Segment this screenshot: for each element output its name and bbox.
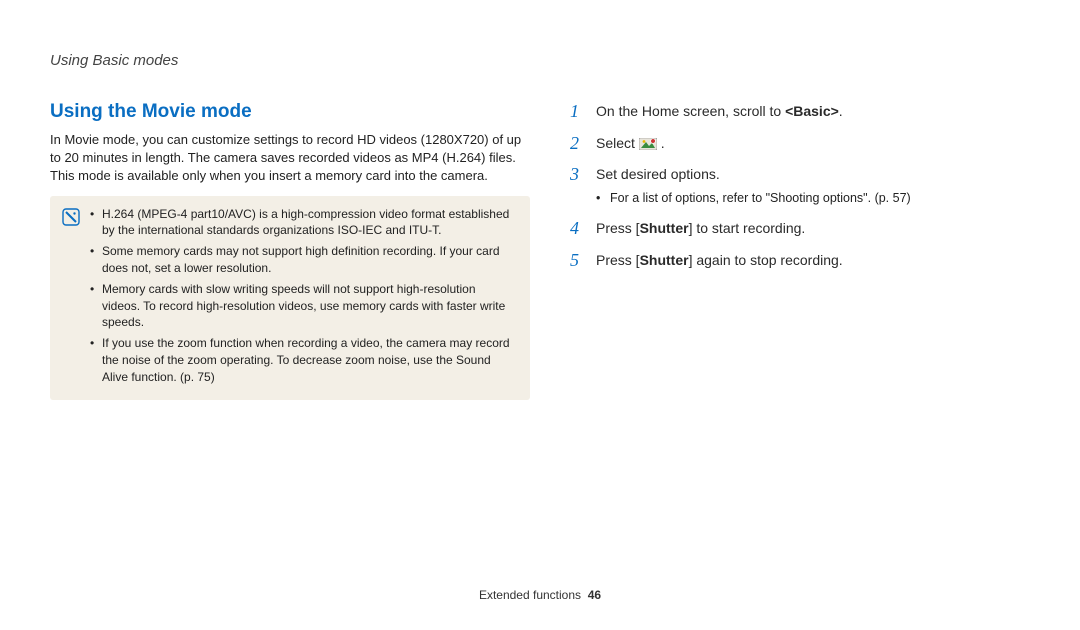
step-subnote: For a list of options, refer to "Shootin… [596, 189, 1030, 208]
page-number: 46 [588, 588, 601, 602]
step-bold: Shutter [640, 252, 689, 268]
step-number: 5 [570, 250, 584, 272]
step-number: 2 [570, 133, 584, 155]
step-body: Press [Shutter] to start recording. [596, 218, 1030, 239]
note-icon [62, 208, 80, 226]
step-list: 1 On the Home screen, scroll to <Basic>.… [570, 101, 1030, 271]
note-box: H.264 (MPEG-4 part10/AVC) is a high-comp… [50, 196, 530, 400]
step-item: 2 Select . [570, 133, 1030, 155]
step-text: Press [ [596, 220, 640, 236]
right-column: 1 On the Home screen, scroll to <Basic>.… [570, 101, 1030, 400]
step-body: Select . [596, 133, 1030, 154]
step-number: 4 [570, 218, 584, 240]
step-bold: <Basic> [785, 103, 839, 119]
step-item: 5 Press [Shutter] again to stop recordin… [570, 250, 1030, 272]
note-item: Some memory cards may not support high d… [90, 243, 516, 277]
note-list: H.264 (MPEG-4 part10/AVC) is a high-comp… [90, 206, 516, 390]
note-item: H.264 (MPEG-4 part10/AVC) is a high-comp… [90, 206, 516, 240]
step-text: ] to start recording. [689, 220, 806, 236]
breadcrumb: Using Basic modes [50, 52, 1030, 69]
page-footer: Extended functions 46 [0, 588, 1080, 602]
step-bold: Shutter [640, 220, 689, 236]
step-body: On the Home screen, scroll to <Basic>. [596, 101, 1030, 122]
step-body: Set desired options. For a list of optio… [596, 164, 1030, 208]
step-number: 1 [570, 101, 584, 123]
step-item: 3 Set desired options. For a list of opt… [570, 164, 1030, 208]
content-columns: Using the Movie mode In Movie mode, you … [50, 101, 1030, 400]
section-title: Using the Movie mode [50, 101, 530, 123]
step-item: 1 On the Home screen, scroll to <Basic>. [570, 101, 1030, 123]
step-text: On the Home screen, scroll to [596, 103, 785, 119]
step-text: . [657, 135, 665, 151]
step-item: 4 Press [Shutter] to start recording. [570, 218, 1030, 240]
step-number: 3 [570, 164, 584, 186]
note-item: Memory cards with slow writing speeds wi… [90, 281, 516, 331]
step-text: Select [596, 135, 639, 151]
step-text: ] again to stop recording. [689, 252, 843, 268]
movie-mode-icon [639, 138, 657, 150]
step-text: Set desired options. [596, 166, 720, 182]
footer-label: Extended functions [479, 588, 581, 602]
step-text: . [839, 103, 843, 119]
left-column: Using the Movie mode In Movie mode, you … [50, 101, 530, 400]
note-item: If you use the zoom function when record… [90, 335, 516, 385]
step-body: Press [Shutter] again to stop recording. [596, 250, 1030, 271]
step-text: Press [ [596, 252, 640, 268]
intro-text: In Movie mode, you can customize setting… [50, 131, 530, 186]
